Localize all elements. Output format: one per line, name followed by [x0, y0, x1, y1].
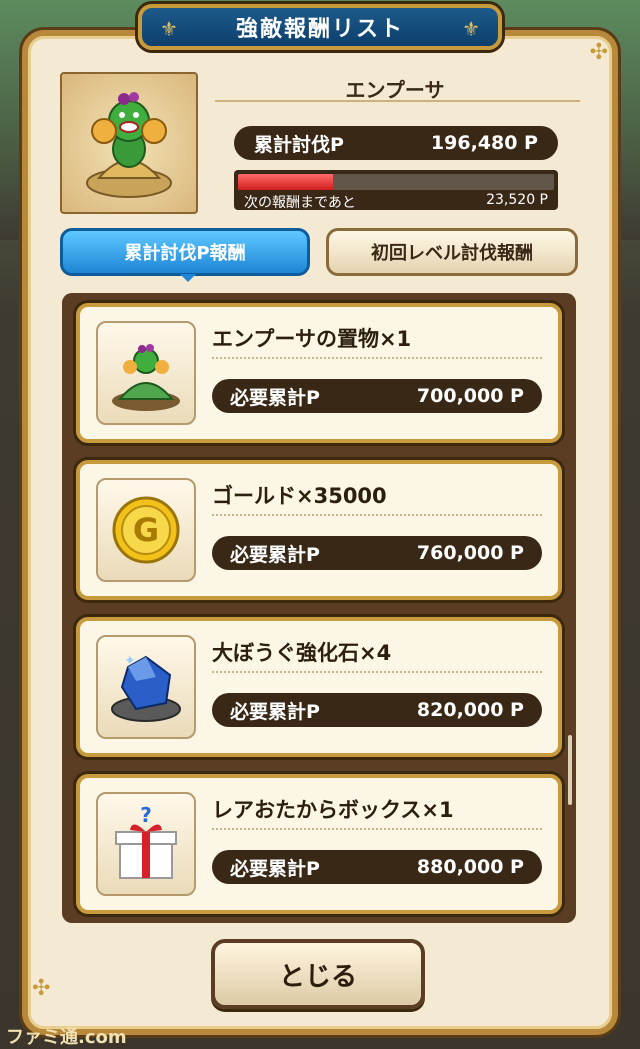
close-button[interactable]: とじる — [211, 939, 425, 1009]
reward-divider — [212, 514, 542, 516]
total-points-value: 196,480 P — [430, 132, 538, 154]
reward-name: ゴールド×35000 — [212, 484, 387, 508]
required-points-bar: 必要累計P 700,000 P — [212, 379, 542, 413]
next-reward-label: 次の報酬まであと — [244, 195, 356, 211]
dialog-title-bar: ⚜ 強敵報酬リスト ⚜ — [138, 4, 502, 50]
required-points-value: 760,000 P — [416, 542, 524, 564]
svg-text:?: ? — [140, 804, 152, 827]
corner-ornament-icon: ✣ — [589, 40, 608, 65]
progress-track — [238, 174, 554, 190]
monster-portrait — [60, 72, 198, 214]
next-reward-value: 23,520 P — [486, 192, 548, 208]
svg-text:G: G — [133, 511, 159, 549]
required-points-label: 必要累計P — [230, 700, 320, 723]
mystery-gift-icon: ? — [115, 804, 177, 879]
next-reward-progress: 次の報酬まであと 23,520 P — [234, 170, 558, 211]
required-points-bar: 必要累計P 880,000 P — [212, 850, 542, 884]
watermark-logo: ファミ通.com — [6, 1027, 127, 1048]
tab-cumulative-rewards[interactable]: 累計討伐P報酬 — [60, 228, 310, 276]
required-points-label: 必要累計P — [230, 543, 320, 566]
blue-stone-icon: ✦ — [111, 653, 181, 722]
svg-text:✦: ✦ — [124, 653, 136, 669]
fleur-icon: ⚜ — [160, 17, 178, 41]
empusa-icon — [86, 92, 172, 198]
progress-fill — [238, 174, 333, 190]
reward-name: レアおたからボックス×1 — [212, 798, 454, 822]
reward-name: エンプーサの置物×1 — [212, 327, 412, 351]
reward-thumbnail — [96, 321, 196, 425]
required-points-value: 820,000 P — [416, 699, 524, 721]
list-item: ? レアおたからボックス×1 必要累計P 880,000 P — [76, 774, 562, 914]
list-item: エンプーサの置物×1 必要累計P 700,000 P — [76, 303, 562, 443]
required-points-value: 880,000 P — [416, 856, 524, 878]
list-item: G ゴールド×35000 必要累計P 760,000 P — [76, 460, 562, 600]
required-points-bar: 必要累計P 760,000 P — [212, 536, 542, 570]
gold-coin-icon: G — [112, 496, 180, 564]
name-divider — [215, 100, 580, 106]
corner-ornament-icon: ✣ — [32, 976, 51, 1001]
required-points-value: 700,000 P — [416, 385, 524, 407]
reward-divider — [212, 671, 542, 673]
list-item: ✦ 大ぼうぐ強化石×4 必要累計P 820,000 P — [76, 617, 562, 757]
total-points-bar: 累計討伐P 196,480 P — [234, 126, 558, 160]
reward-thumbnail: ? — [96, 792, 196, 896]
required-points-label: 必要累計P — [230, 857, 320, 880]
reward-divider — [212, 828, 542, 830]
monster-name: エンプーサ — [345, 78, 445, 102]
total-points-label: 累計討伐P — [254, 133, 344, 156]
required-points-label: 必要累計P — [230, 386, 320, 409]
fleur-icon: ⚜ — [462, 17, 480, 41]
reward-thumbnail: ✦ — [96, 635, 196, 739]
reward-list[interactable]: エンプーサの置物×1 必要累計P 700,000 P G ゴールド×35000 … — [62, 293, 576, 923]
reward-divider — [212, 357, 542, 359]
tab-first-level-rewards[interactable]: 初回レベル討伐報酬 — [326, 228, 578, 276]
monster-figure-icon — [112, 344, 180, 411]
active-tab-pointer — [180, 274, 196, 282]
dialog-title: 強敵報酬リスト — [235, 17, 404, 42]
list-scrollbar[interactable] — [568, 735, 572, 805]
required-points-bar: 必要累計P 820,000 P — [212, 693, 542, 727]
reward-thumbnail: G — [96, 478, 196, 582]
reward-name: 大ぼうぐ強化石×4 — [212, 641, 392, 665]
